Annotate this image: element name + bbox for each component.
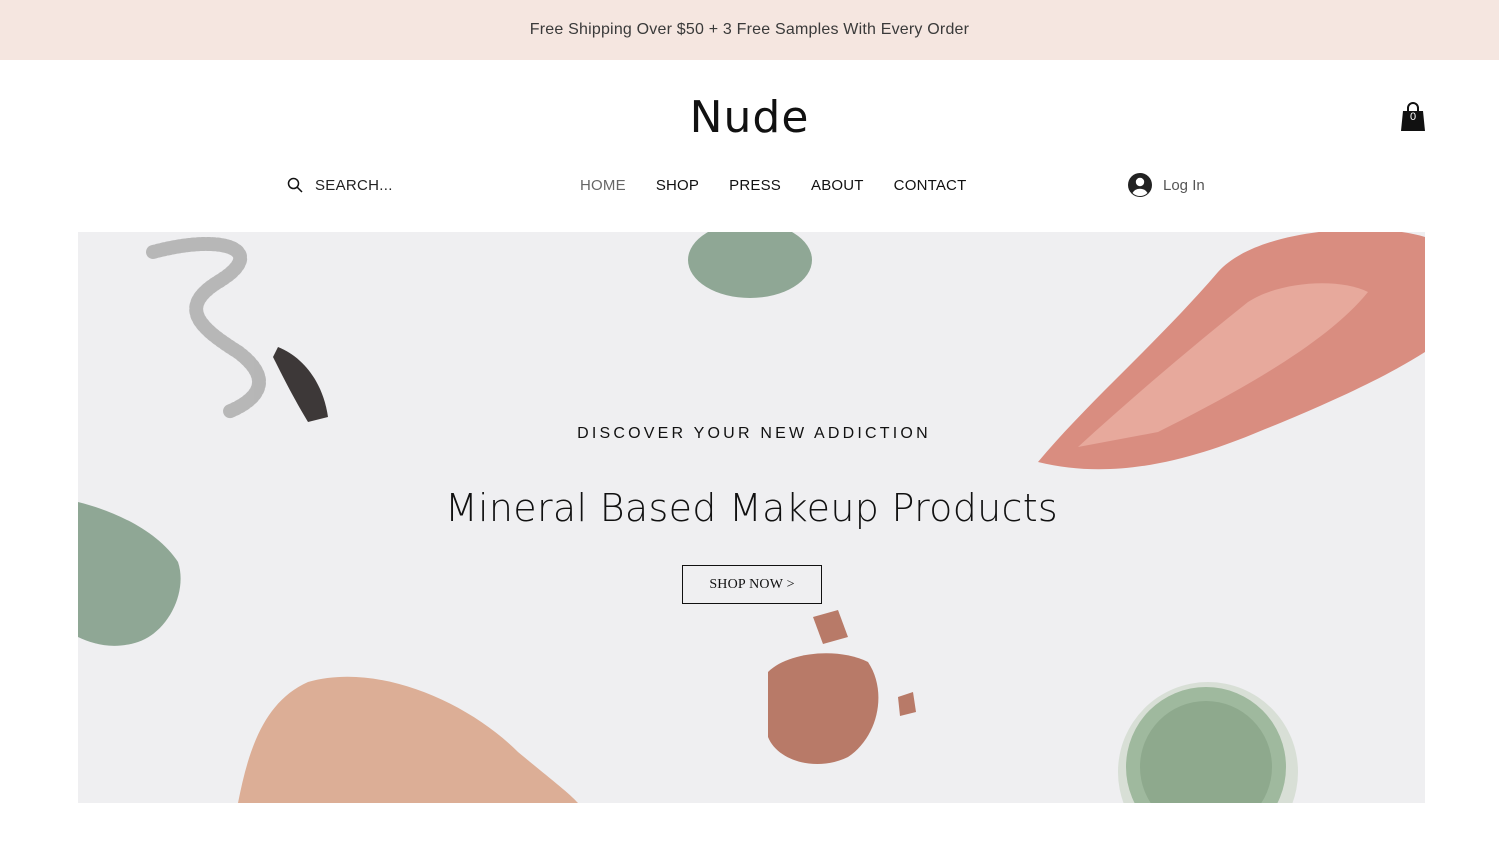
main-nav: HOME SHOP PRESS ABOUT CONTACT <box>565 174 981 196</box>
foundation-swatch <box>238 676 578 803</box>
hero-title: Mineral Based Makeup Products <box>444 486 1059 530</box>
logo-text[interactable]: Nude <box>690 92 810 143</box>
nav-about[interactable]: ABOUT <box>811 177 864 194</box>
nav-press[interactable]: PRESS <box>729 177 781 194</box>
cart-count: 0 <box>1409 111 1417 123</box>
hero-banner: DISCOVER YOUR NEW ADDICTION Mineral Base… <box>78 232 1425 803</box>
green-compact <box>1118 682 1298 803</box>
search-input[interactable] <box>315 176 495 194</box>
user-avatar-icon <box>1128 173 1152 197</box>
green-powder-top <box>688 232 812 298</box>
login-button[interactable]: Log In <box>1127 172 1205 198</box>
promo-text: Free Shipping Over $50 + 3 Free Samples … <box>529 21 970 38</box>
login-label: Log In <box>1163 176 1205 194</box>
search-icon <box>287 177 303 193</box>
site-logo[interactable]: Nude <box>0 92 1499 143</box>
nav-home[interactable]: HOME <box>580 177 626 194</box>
bronze-powder <box>768 610 916 765</box>
shop-now-button[interactable]: SHOP NOW > <box>682 565 822 604</box>
cart-button[interactable]: 0 <box>1400 102 1426 132</box>
promo-bar: Free Shipping Over $50 + 3 Free Samples … <box>0 0 1499 60</box>
mascara-swatch <box>146 236 328 422</box>
nav-contact[interactable]: CONTACT <box>894 177 967 194</box>
nav-shop[interactable]: SHOP <box>656 177 699 194</box>
hero-eyebrow: DISCOVER YOUR NEW ADDICTION <box>577 425 931 442</box>
search-bar[interactable] <box>287 174 507 196</box>
